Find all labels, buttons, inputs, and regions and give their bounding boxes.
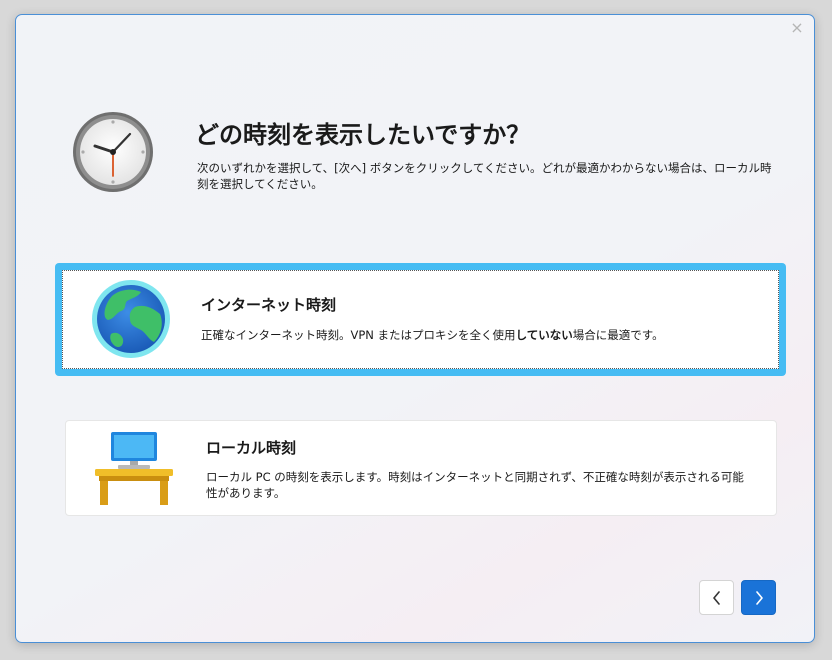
globe-icon xyxy=(92,280,170,358)
internet-desc-emphasis: していない xyxy=(515,328,573,342)
internet-desc-text-end: 場合に最適です。 xyxy=(572,328,664,342)
chevron-left-icon xyxy=(712,590,720,605)
option-internet-time[interactable]: インターネット時刻 正確なインターネット時刻。VPN またはプロキシを全く使用し… xyxy=(55,263,786,376)
option-internet-time-description: 正確なインターネット時刻。VPN またはプロキシを全く使用していない場合に最適で… xyxy=(201,327,664,343)
option-local-time[interactable]: ローカル時刻 ローカル PC の時刻を表示します。時刻はインターネットと同期され… xyxy=(65,420,777,516)
option-internet-time-title: インターネット時刻 xyxy=(201,296,337,314)
internet-desc-text: 正確なインターネット時刻。VPN またはプロキシを全く使用 xyxy=(201,328,516,342)
page-description: 次のいずれかを選択して、[次へ] ボタンをクリックしてください。どれが最適かわか… xyxy=(197,161,772,191)
option-internet-time-focus: インターネット時刻 正確なインターネット時刻。VPN またはプロキシを全く使用し… xyxy=(62,270,779,369)
close-button[interactable]: × xyxy=(788,19,806,37)
page-title: どの時刻を表示したいですか？ xyxy=(195,121,531,149)
next-button[interactable] xyxy=(741,580,776,615)
setup-dialog: × どの時刻を表示したいですか？ 次のいずれかを選択して、[次へ] ボタンをクリ… xyxy=(15,14,815,643)
clock-icon xyxy=(73,112,153,192)
desk-computer-icon xyxy=(95,432,173,505)
back-button[interactable] xyxy=(699,580,734,615)
close-icon: × xyxy=(790,18,804,37)
chevron-right-icon xyxy=(755,590,763,605)
option-local-time-description: ローカル PC の時刻を表示します。時刻はインターネットと同期されず、不正確な時… xyxy=(206,470,744,500)
option-local-time-title: ローカル時刻 xyxy=(206,439,297,457)
